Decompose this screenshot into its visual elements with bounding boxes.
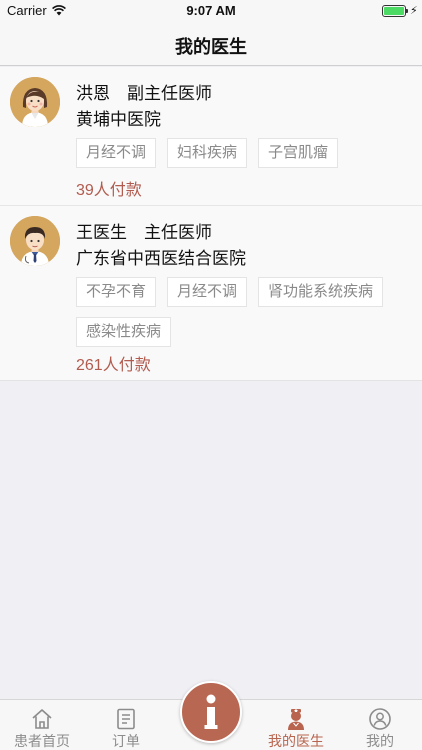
battery-cap bbox=[406, 9, 408, 13]
specialty-tag: 感染性疾病 bbox=[76, 317, 172, 347]
order-list-icon bbox=[117, 708, 135, 730]
doctor-name: 洪恩 bbox=[76, 84, 110, 103]
home-icon bbox=[32, 709, 52, 729]
specialty-tag: 不孕不育 bbox=[76, 277, 157, 307]
specialty-tag: 月经不调 bbox=[76, 138, 157, 168]
charging-bolt-icon: ⚡ bbox=[410, 5, 418, 17]
page-title: 我的医生 bbox=[175, 37, 247, 57]
tab-patient-home[interactable]: 患者首页 bbox=[0, 700, 84, 750]
specialty-tag: 子宫肌瘤 bbox=[258, 138, 339, 168]
status-time: 9:07 AM bbox=[186, 3, 236, 18]
paid-count: 261人付款 bbox=[76, 357, 151, 374]
user-icon bbox=[369, 708, 391, 730]
battery-level bbox=[384, 7, 404, 15]
battery-icon bbox=[382, 5, 406, 17]
doctor-list: 洪恩 副主任医师 黄埔中医院 月经不调 妇科疾病 子宫肌瘤 39人付款 王医生 … bbox=[0, 67, 422, 381]
center-info-button[interactable] bbox=[180, 681, 242, 743]
status-bar: Carrier 9:07 AM ⚡ bbox=[0, 0, 422, 22]
tab-label: 我的医生 bbox=[268, 733, 324, 749]
tab-label: 订单 bbox=[112, 733, 140, 749]
info-icon bbox=[204, 694, 218, 729]
specialty-tag: 肾功能系统疾病 bbox=[258, 277, 384, 307]
tab-label: 患者首页 bbox=[14, 733, 70, 749]
specialty-tag: 月经不调 bbox=[167, 277, 248, 307]
tab-me[interactable]: 我的 bbox=[338, 700, 422, 750]
tab-orders[interactable]: 订单 bbox=[84, 700, 168, 750]
doctor-card-wang[interactable]: 王医生 主任医师 广东省中西医结合医院 不孕不育 月经不调 肾功能系统疾病 感染… bbox=[0, 205, 422, 380]
doctor-card-hong-en[interactable]: 洪恩 副主任医师 黄埔中医院 月经不调 妇科疾病 子宫肌瘤 39人付款 bbox=[0, 67, 422, 205]
female-doctor-avatar bbox=[10, 77, 60, 127]
specialty-tag: 妇科疾病 bbox=[167, 138, 248, 168]
tab-label: 我的 bbox=[366, 733, 394, 749]
doctor-title: 副主任医师 bbox=[127, 84, 212, 103]
specialty-tags: 月经不调 妇科疾病 子宫肌瘤 bbox=[76, 138, 412, 168]
doctor-icon bbox=[288, 709, 304, 730]
doctor-title: 主任医师 bbox=[144, 223, 212, 242]
tab-my-doctor[interactable]: 我的医生 bbox=[254, 700, 338, 750]
navigation-bar: 我的医生 bbox=[0, 22, 422, 66]
doctor-hospital: 广东省中西医结合医院 bbox=[76, 249, 246, 268]
doctor-name: 王医生 bbox=[76, 223, 127, 242]
specialty-tags: 不孕不育 月经不调 肾功能系统疾病 感染性疾病 bbox=[76, 277, 412, 347]
paid-count: 39人付款 bbox=[76, 182, 142, 199]
list-divider bbox=[0, 380, 422, 381]
male-doctor-avatar bbox=[10, 216, 60, 266]
doctor-hospital: 黄埔中医院 bbox=[76, 110, 161, 129]
